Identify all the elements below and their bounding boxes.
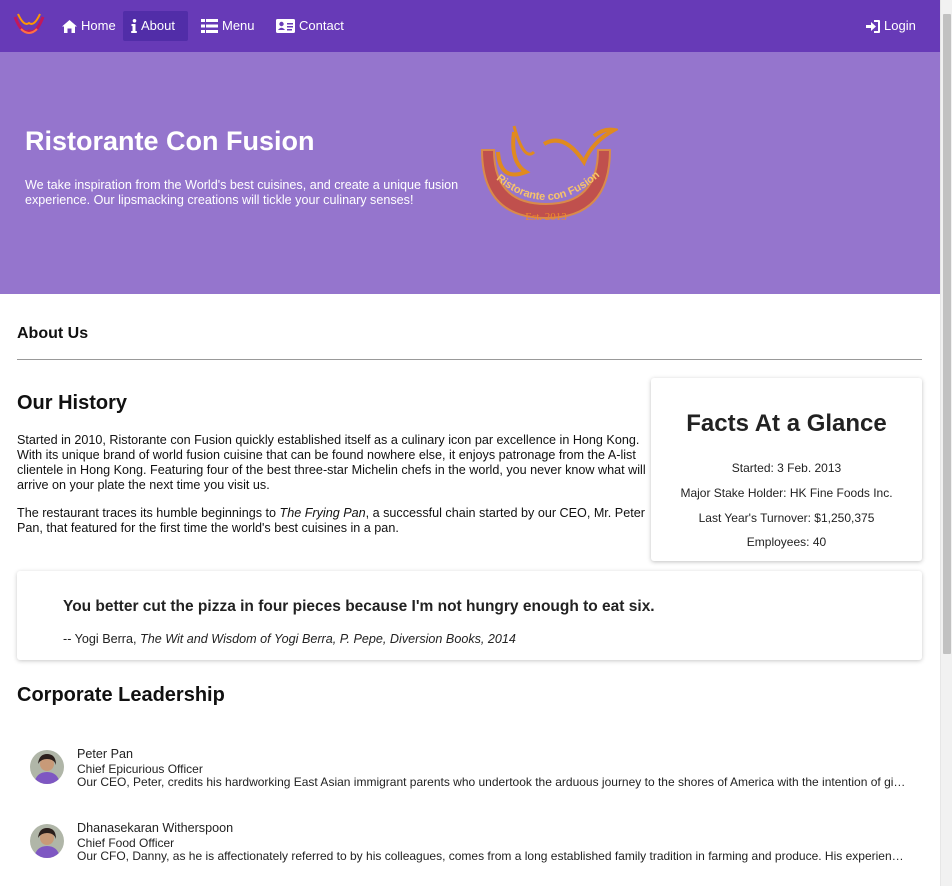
nav-about[interactable]: About — [123, 11, 188, 41]
vertical-scrollbar[interactable] — [940, 0, 952, 886]
leader-role: Chief Food Officer — [77, 836, 175, 850]
jumbotron-title: Ristorante Con Fusion — [25, 126, 315, 156]
list-icon — [201, 19, 218, 33]
home-icon — [62, 19, 77, 33]
divider — [17, 359, 922, 360]
leader-description: Our CEO, Peter, credits his hardworking … — [77, 775, 909, 789]
address-card-icon — [276, 19, 295, 33]
sign-in-icon — [866, 19, 880, 33]
history-heading: Our History — [17, 392, 128, 414]
nav-menu-label: Menu — [222, 18, 255, 33]
fact-item: Last Year's Turnover: $1,250,375 — [698, 511, 875, 525]
leadership-heading: Corporate Leadership — [17, 684, 225, 706]
avatar — [30, 824, 64, 858]
fact-item: Major Stake Holder: HK Fine Foods Inc. — [680, 486, 893, 500]
restaurant-logo-icon[interactable] — [12, 9, 46, 39]
facts-title: Facts At a Glance — [686, 410, 887, 437]
nav-contact[interactable]: Contact — [268, 11, 352, 41]
quote-card: You better cut the pizza in four pieces … — [17, 571, 922, 660]
fact-item: Employees: 40 — [746, 535, 827, 549]
nav-contact-label: Contact — [299, 18, 344, 33]
scrollbar-thumb[interactable] — [943, 14, 951, 654]
navbar: Home About Menu Contact Login — [0, 0, 940, 52]
quote-author: -- Yogi Berra, — [63, 632, 141, 646]
quote-text: You better cut the pizza in four pieces … — [63, 598, 655, 615]
restaurant-logo-image: Ristorante con Fusion Est. 2013 — [474, 122, 620, 226]
avatar — [30, 750, 64, 784]
login-button[interactable]: Login — [858, 11, 924, 41]
leader-role: Chief Epicurious Officer — [77, 762, 203, 776]
facts-card: Facts At a Glance Started: 3 Feb. 2013 M… — [651, 378, 922, 561]
leader-description: Our CFO, Danny, as he is affectionately … — [77, 849, 909, 863]
page-title: About Us — [17, 325, 89, 342]
quote-citation: -- Yogi Berra, The Wit and Wisdom of Yog… — [63, 632, 516, 646]
history-text: The restaurant traces its humble beginni… — [17, 506, 280, 520]
history-text-italic: The Frying Pan — [279, 506, 366, 520]
jumbotron: Ristorante Con Fusion We take inspiratio… — [0, 52, 940, 294]
leader-name: Dhanasekaran Witherspoon — [77, 821, 234, 835]
quote-source: The Wit and Wisdom of Yogi Berra, P. Pep… — [140, 632, 516, 646]
nav-menu[interactable]: Menu — [193, 11, 263, 41]
login-label: Login — [884, 18, 916, 33]
logo-est-text: Est. 2013 — [525, 211, 567, 223]
nav-about-label: About — [141, 18, 175, 33]
fact-item: Started: 3 Feb. 2013 — [731, 461, 842, 475]
leader-name: Peter Pan — [77, 747, 134, 761]
nav-home[interactable]: Home — [54, 11, 124, 41]
jumbotron-text: We take inspiration from the World's bes… — [25, 178, 459, 207]
info-icon — [131, 19, 137, 33]
nav-home-label: Home — [81, 18, 116, 33]
history-paragraph-2: The restaurant traces its humble beginni… — [17, 506, 647, 536]
leader-item: Peter Pan Chief Epicurious Officer Our C… — [30, 747, 910, 797]
leader-item: Dhanasekaran Witherspoon Chief Food Offi… — [30, 821, 910, 871]
history-paragraph-1: Started in 2010, Ristorante con Fusion q… — [17, 433, 646, 492]
